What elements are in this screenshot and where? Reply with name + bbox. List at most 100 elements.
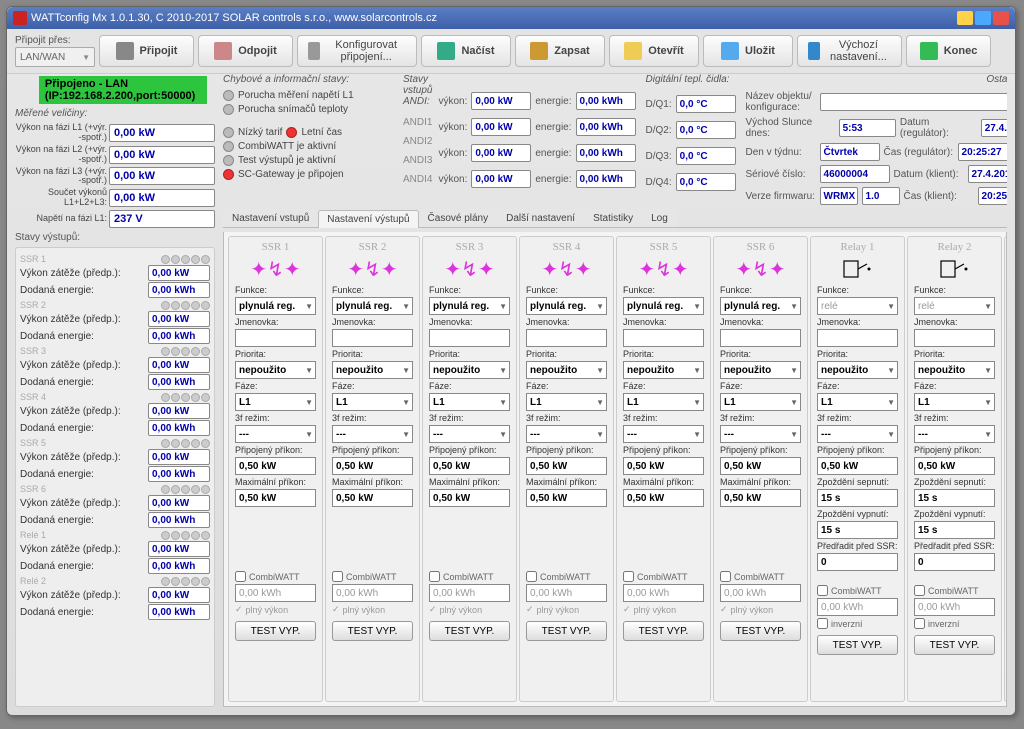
mode3f-select[interactable]: --- (235, 425, 316, 443)
phase-select[interactable]: L1 (817, 393, 898, 411)
close-button[interactable] (993, 11, 1009, 25)
mode3f-select[interactable]: --- (623, 425, 704, 443)
label-input[interactable] (623, 329, 704, 347)
label-input[interactable] (817, 329, 898, 347)
prepend-input[interactable]: 0 (914, 553, 995, 571)
test-button[interactable]: TEST VYP. (914, 635, 995, 655)
write-button[interactable]: Zapsat (515, 35, 605, 67)
off-delay-input[interactable]: 15 s (817, 521, 898, 539)
combiwatt-checkbox[interactable]: CombiWATT (526, 571, 607, 582)
priority-select[interactable]: nepoužito (526, 361, 607, 379)
tab-inputs[interactable]: Nastavení vstupů (223, 209, 318, 227)
function-select[interactable]: plynulá reg. (429, 297, 510, 315)
combiwatt-checkbox[interactable]: CombiWATT (235, 571, 316, 582)
mode3f-select[interactable]: --- (914, 425, 995, 443)
open-button[interactable]: Otevřít (609, 35, 699, 67)
connected-power-input[interactable]: 0,50 kW (623, 457, 704, 475)
connected-power-input[interactable]: 0,50 kW (914, 457, 995, 475)
outputs-panel[interactable]: SSR 1Výkon zátěže (předp.):0,00 kWDodaná… (15, 247, 215, 707)
test-button[interactable]: TEST VYP. (235, 621, 316, 641)
phase-select[interactable]: L1 (526, 393, 607, 411)
test-button[interactable]: TEST VYP. (332, 621, 413, 641)
connected-power-input[interactable]: 0,50 kW (817, 457, 898, 475)
label-input[interactable] (332, 329, 413, 347)
label-input[interactable] (429, 329, 510, 347)
disconnect-button[interactable]: Odpojit (198, 35, 293, 67)
inverse-checkbox[interactable]: inverzní (817, 618, 898, 629)
connection-mode-select[interactable]: LAN/WAN (15, 47, 95, 67)
priority-select[interactable]: nepoužito (332, 361, 413, 379)
max-power-input[interactable]: 0,50 kW (235, 489, 316, 507)
object-name[interactable] (820, 93, 1007, 111)
connected-power-input[interactable]: 0,50 kW (526, 457, 607, 475)
function-select[interactable]: plynulá reg. (235, 297, 316, 315)
test-button[interactable]: TEST VYP. (720, 621, 801, 641)
mode3f-select[interactable]: --- (526, 425, 607, 443)
phase-select[interactable]: L1 (623, 393, 704, 411)
priority-select[interactable]: nepoužito (817, 361, 898, 379)
combiwatt-energy[interactable]: 0,00 kWh (235, 584, 316, 602)
combiwatt-checkbox[interactable]: CombiWATT (623, 571, 704, 582)
tab-content[interactable]: SSR 1 ✦↯✦ Funkce: plynulá reg. Jmenovka:… (223, 232, 1007, 707)
function-select[interactable]: relé (914, 297, 995, 315)
save-button[interactable]: Uložit (703, 35, 793, 67)
function-select[interactable]: plynulá reg. (623, 297, 704, 315)
function-select[interactable]: plynulá reg. (720, 297, 801, 315)
combiwatt-checkbox[interactable]: CombiWATT (429, 571, 510, 582)
combiwatt-checkbox[interactable]: CombiWATT (914, 585, 995, 596)
connect-button[interactable]: Připojit (99, 35, 194, 67)
test-button[interactable]: TEST VYP. (623, 621, 704, 641)
max-power-input[interactable]: 0,50 kW (623, 489, 704, 507)
phase-select[interactable]: L1 (720, 393, 801, 411)
on-delay-input[interactable]: 15 s (817, 489, 898, 507)
combiwatt-energy[interactable]: 0,00 kWh (720, 584, 801, 602)
combiwatt-energy[interactable]: 0,00 kWh (817, 598, 898, 616)
combiwatt-checkbox[interactable]: CombiWATT (720, 571, 801, 582)
connected-power-input[interactable]: 0,50 kW (720, 457, 801, 475)
tab-other[interactable]: Další nastavení (497, 209, 584, 227)
combiwatt-checkbox[interactable]: CombiWATT (332, 571, 413, 582)
priority-select[interactable]: nepoužito (720, 361, 801, 379)
phase-select[interactable]: L1 (914, 393, 995, 411)
tab-log[interactable]: Log (642, 209, 677, 227)
on-delay-input[interactable]: 15 s (914, 489, 995, 507)
configure-connection-button[interactable]: Konfigurovat připojení... (297, 35, 417, 67)
function-select[interactable]: plynulá reg. (526, 297, 607, 315)
off-delay-input[interactable]: 15 s (914, 521, 995, 539)
minimize-button[interactable] (957, 11, 973, 25)
max-power-input[interactable]: 0,50 kW (332, 489, 413, 507)
label-input[interactable] (235, 329, 316, 347)
function-select[interactable]: plynulá reg. (332, 297, 413, 315)
max-power-input[interactable]: 0,50 kW (429, 489, 510, 507)
phase-select[interactable]: L1 (235, 393, 316, 411)
exit-button[interactable]: Konec (906, 35, 991, 67)
phase-select[interactable]: L1 (429, 393, 510, 411)
connected-power-input[interactable]: 0,50 kW (332, 457, 413, 475)
combiwatt-energy[interactable]: 0,00 kWh (332, 584, 413, 602)
priority-select[interactable]: nepoužito (429, 361, 510, 379)
combiwatt-energy[interactable]: 0,00 kWh (623, 584, 704, 602)
combiwatt-energy[interactable]: 0,00 kWh (429, 584, 510, 602)
priority-select[interactable]: nepoužito (914, 361, 995, 379)
connected-power-input[interactable]: 0,50 kW (235, 457, 316, 475)
priority-select[interactable]: nepoužito (235, 361, 316, 379)
phase-select[interactable]: L1 (332, 393, 413, 411)
mode3f-select[interactable]: --- (817, 425, 898, 443)
combiwatt-energy[interactable]: 0,00 kWh (914, 598, 995, 616)
max-power-input[interactable]: 0,50 kW (720, 489, 801, 507)
priority-select[interactable]: nepoužito (623, 361, 704, 379)
function-select[interactable]: relé (817, 297, 898, 315)
tab-outputs[interactable]: Nastavení výstupů (318, 210, 418, 228)
mode3f-select[interactable]: --- (429, 425, 510, 443)
label-input[interactable] (720, 329, 801, 347)
maximize-button[interactable] (975, 11, 991, 25)
prepend-input[interactable]: 0 (817, 553, 898, 571)
combiwatt-checkbox[interactable]: CombiWATT (817, 585, 898, 596)
combiwatt-energy[interactable]: 0,00 kWh (526, 584, 607, 602)
test-button[interactable]: TEST VYP. (429, 621, 510, 641)
read-button[interactable]: Načíst (421, 35, 511, 67)
connected-power-input[interactable]: 0,50 kW (429, 457, 510, 475)
test-button[interactable]: TEST VYP. (817, 635, 898, 655)
defaults-button[interactable]: Výchozí nastavení... (797, 35, 902, 67)
label-input[interactable] (526, 329, 607, 347)
